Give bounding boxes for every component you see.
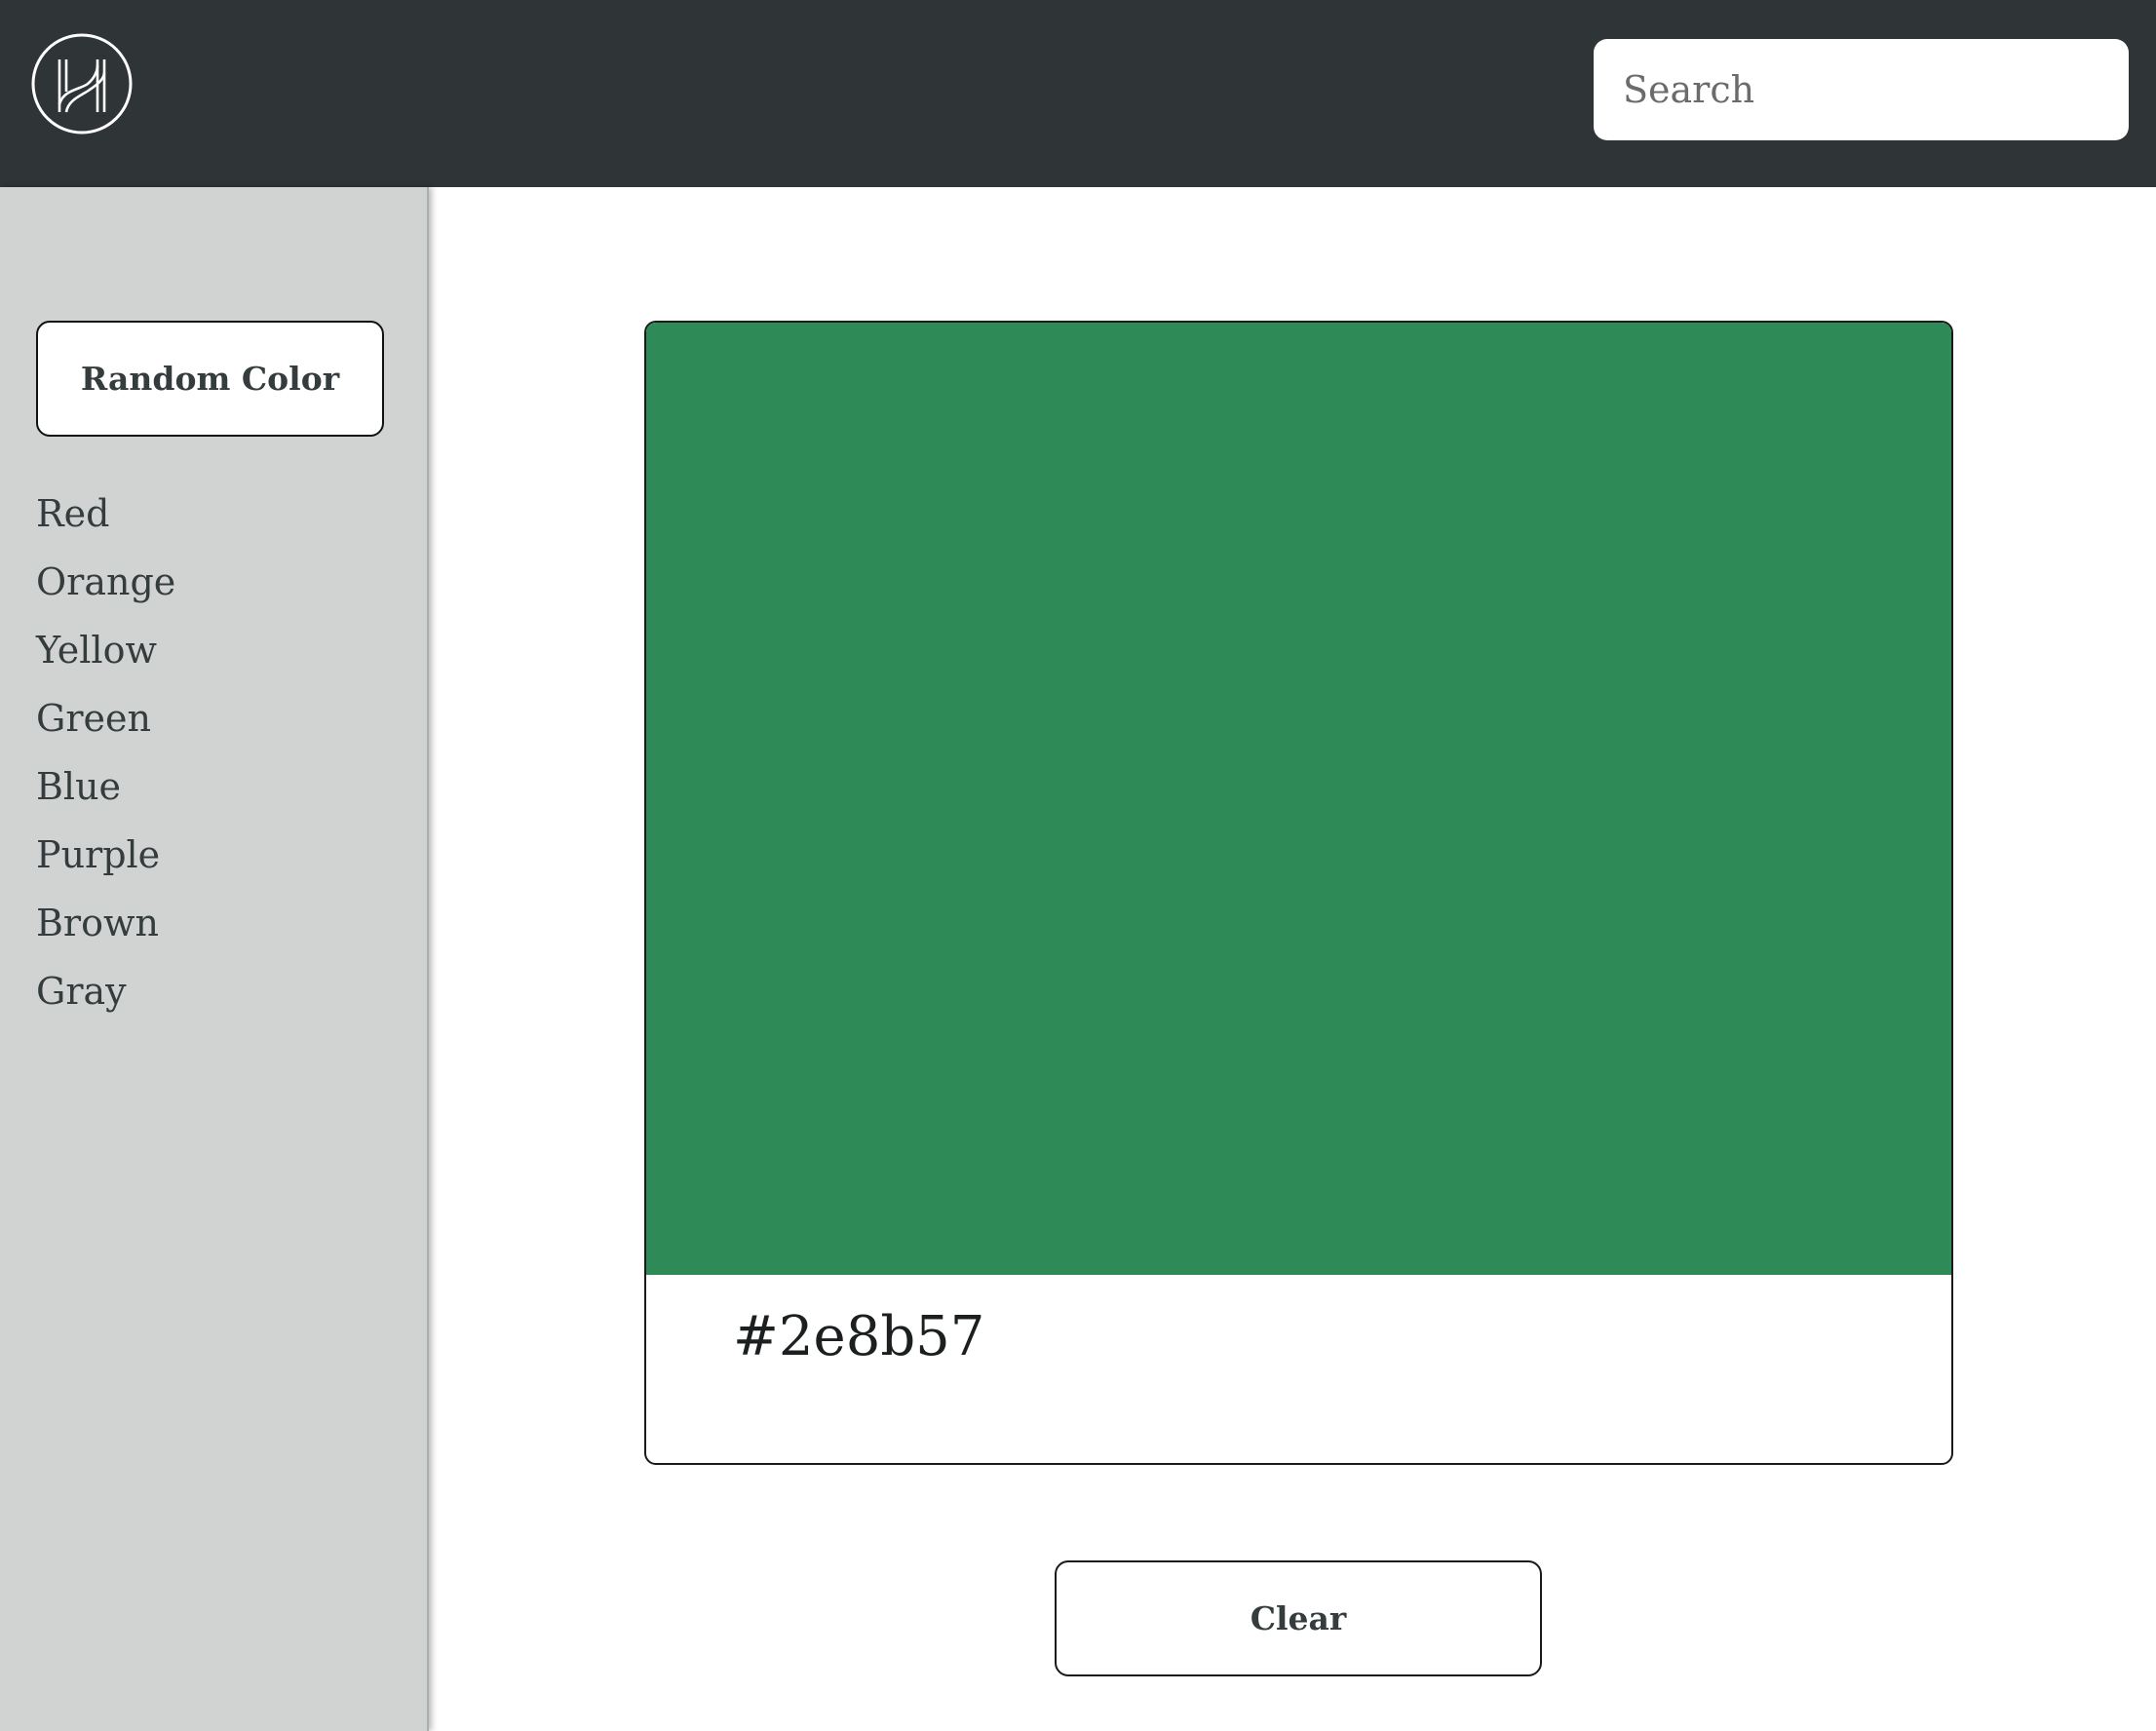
color-link-yellow[interactable]: Yellow — [36, 626, 175, 694]
clear-button[interactable]: Clear — [1055, 1560, 1542, 1676]
sidebar: Random Color Red Orange Yellow Green Blu… — [0, 187, 429, 1731]
color-link-blue[interactable]: Blue — [36, 762, 175, 830]
color-link-brown[interactable]: Brown — [36, 899, 175, 967]
h-monogram-logo-icon[interactable] — [31, 33, 133, 135]
hex-code-label: #2e8b57 — [733, 1305, 985, 1368]
color-link-green[interactable]: Green — [36, 694, 175, 762]
color-swatch — [646, 323, 1951, 1275]
color-link-gray[interactable]: Gray — [36, 967, 175, 1035]
top-header — [0, 0, 2156, 187]
color-category-list: Red Orange Yellow Green Blue Purple Brow… — [36, 489, 175, 1035]
random-color-button[interactable]: Random Color — [36, 321, 384, 437]
color-link-purple[interactable]: Purple — [36, 830, 175, 899]
color-link-red[interactable]: Red — [36, 489, 175, 558]
color-detail-card[interactable]: #2e8b57 — [644, 321, 1953, 1465]
color-link-orange[interactable]: Orange — [36, 558, 175, 626]
search-input[interactable] — [1594, 39, 2129, 140]
